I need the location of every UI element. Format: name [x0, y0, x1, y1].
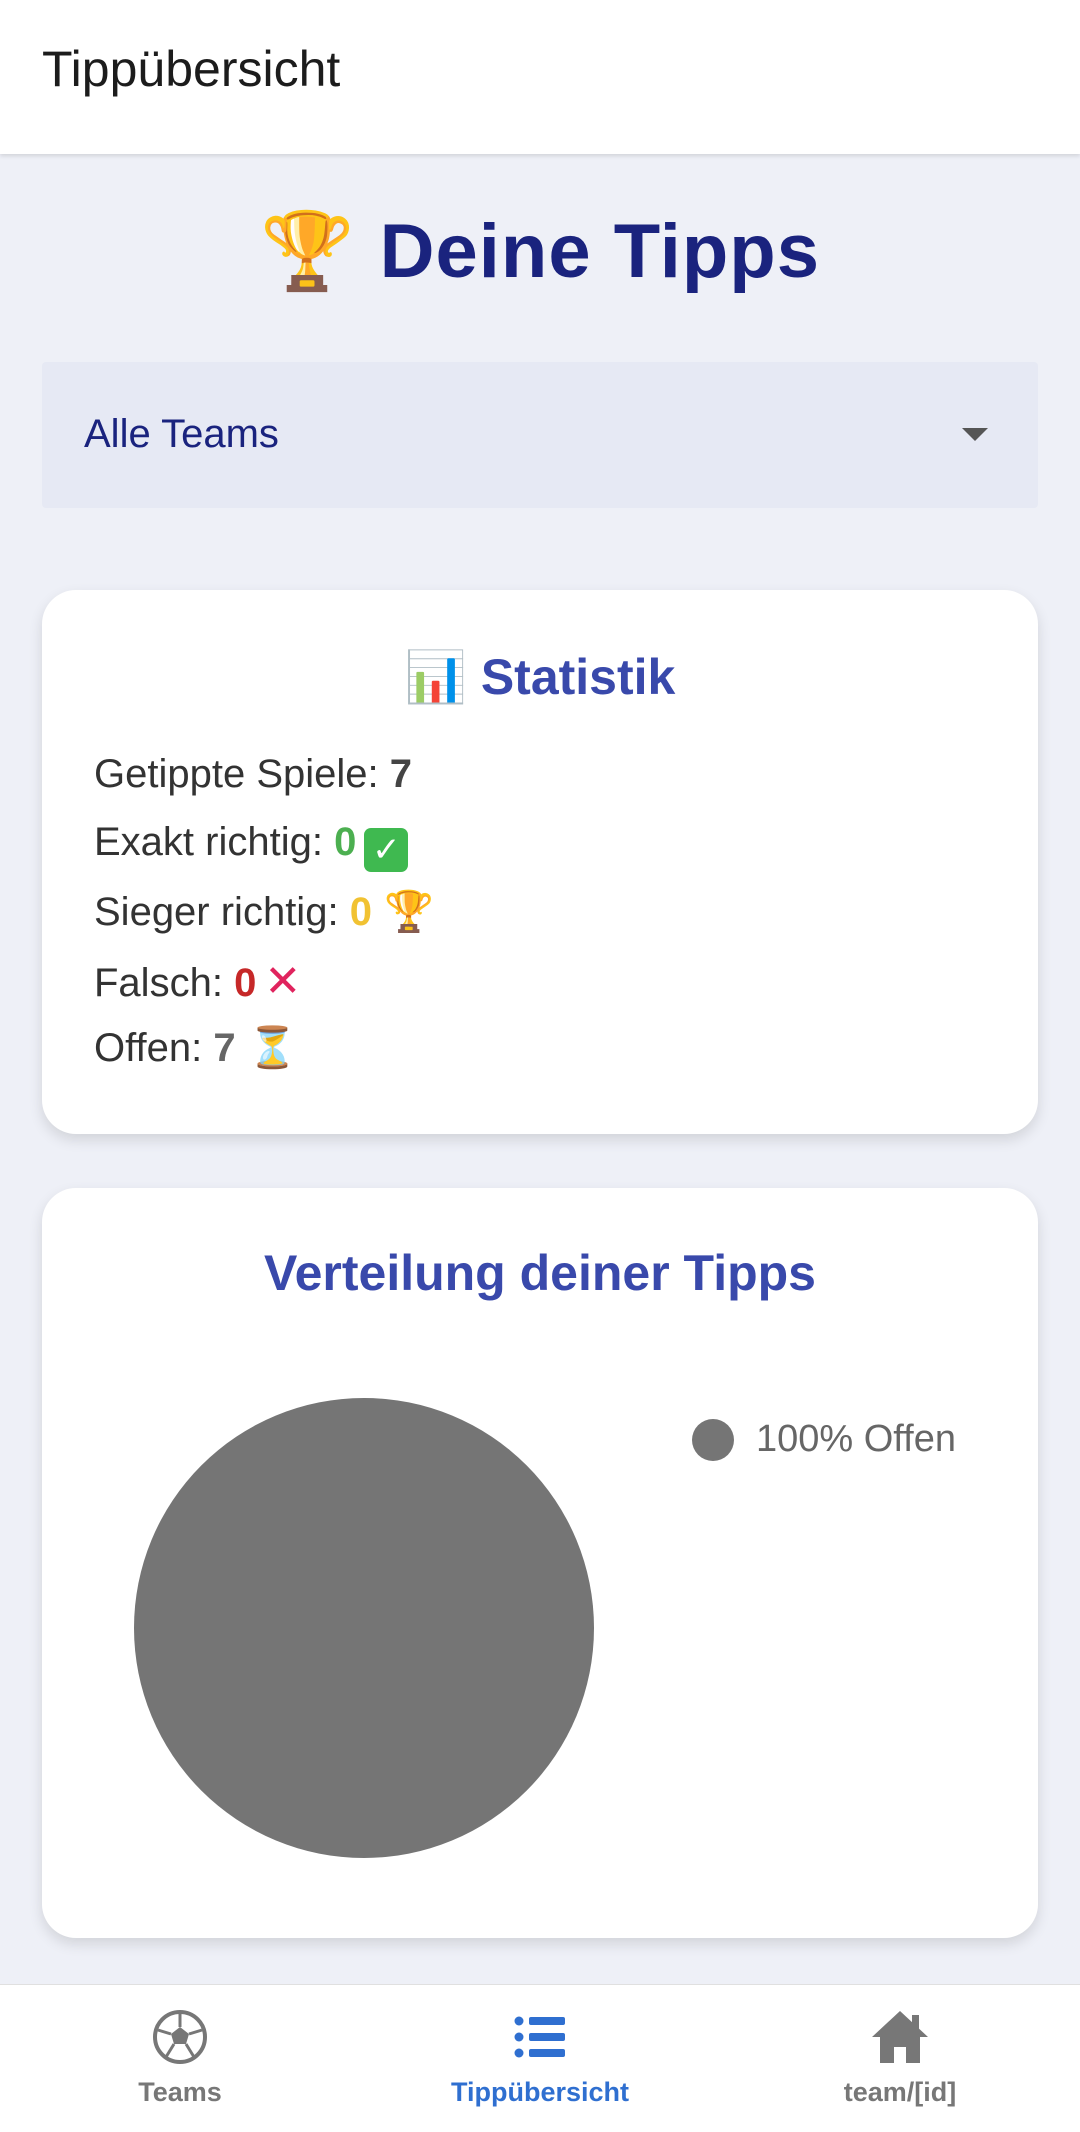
stat-value: 7	[213, 1026, 236, 1070]
cross-mark-icon: ✕	[264, 956, 302, 1007]
legend-label: 100% Offen	[756, 1418, 957, 1460]
stat-tipped-games: Getippte Spiele: 7	[94, 752, 412, 797]
stat-label: Getippte Spiele:	[94, 752, 379, 796]
trophy-icon: 🏆	[383, 889, 434, 935]
pie-slice-offen	[134, 1398, 594, 1858]
nav-label: team/[id]	[843, 2077, 957, 2107]
home-icon	[872, 2011, 928, 2063]
nav-label: Teams	[138, 2077, 222, 2107]
bottom-navigation: Teams Tippübersicht team/[id]	[0, 1984, 1080, 2132]
statistics-title-text: Statistik	[480, 649, 676, 705]
soccer-ball-icon	[153, 2010, 207, 2064]
distribution-title: Verteilung deiner Tipps	[264, 1245, 816, 1301]
stat-label: Offen:	[94, 1026, 203, 1070]
bar-chart-icon: 📊	[404, 648, 467, 706]
dropdown-caret-icon	[962, 428, 988, 441]
app-bar-title: Tippübersicht	[42, 41, 341, 97]
page-title: 🏆 Deine Tipps	[0, 206, 1080, 296]
nav-label: Tippübersicht	[450, 2077, 630, 2107]
pie-chart	[124, 1388, 604, 1868]
team-filter-select[interactable]: Alle Teams	[42, 362, 1038, 508]
stat-value: 0	[349, 890, 372, 934]
chart-legend: 100% Offen	[692, 1418, 956, 1461]
nav-item-team-id[interactable]: team/[id]	[750, 1985, 1050, 2132]
statistics-card: 📊 Statistik Getippte Spiele: 7 Exakt ric…	[42, 590, 1038, 1134]
page-title-text: Deine Tipps	[379, 209, 820, 294]
check-mark-icon: ✓	[364, 828, 409, 872]
stat-value: 7	[389, 752, 413, 796]
distribution-card: Verteilung deiner Tipps 100% Offen	[42, 1188, 1038, 1938]
stat-value: 0	[234, 961, 257, 1005]
app-bar: Tippübersicht	[0, 0, 1080, 154]
stat-open: Offen: 7 ⏳	[94, 1024, 297, 1071]
stat-label: Sieger richtig:	[94, 890, 339, 934]
nav-item-teams[interactable]: Teams	[30, 1985, 330, 2132]
legend-color-dot	[692, 1418, 734, 1461]
list-icon	[514, 2016, 565, 2058]
stat-label: Falsch:	[94, 961, 223, 1005]
pie-chart-svg	[134, 1398, 594, 1858]
stat-wrong: Falsch: 0 ✕	[94, 956, 301, 1007]
statistics-title: 📊 Statistik	[42, 648, 1038, 707]
team-filter-value: Alle Teams	[84, 412, 279, 456]
hourglass-icon: ⏳	[247, 1025, 298, 1071]
nav-item-tippuebersicht[interactable]: Tippübersicht	[390, 1985, 690, 2132]
trophy-icon: 🏆	[260, 206, 356, 295]
stat-label: Exakt richtig:	[94, 820, 323, 864]
stat-winner-correct: Sieger richtig: 0 🏆	[94, 888, 434, 935]
stat-exact-correct: Exakt richtig: 0 ✓	[94, 820, 409, 872]
stat-value: 0	[334, 820, 357, 864]
main-content[interactable]: 🏆 Deine Tipps Alle Teams 📊 Statistik Geti…	[0, 154, 1080, 1984]
